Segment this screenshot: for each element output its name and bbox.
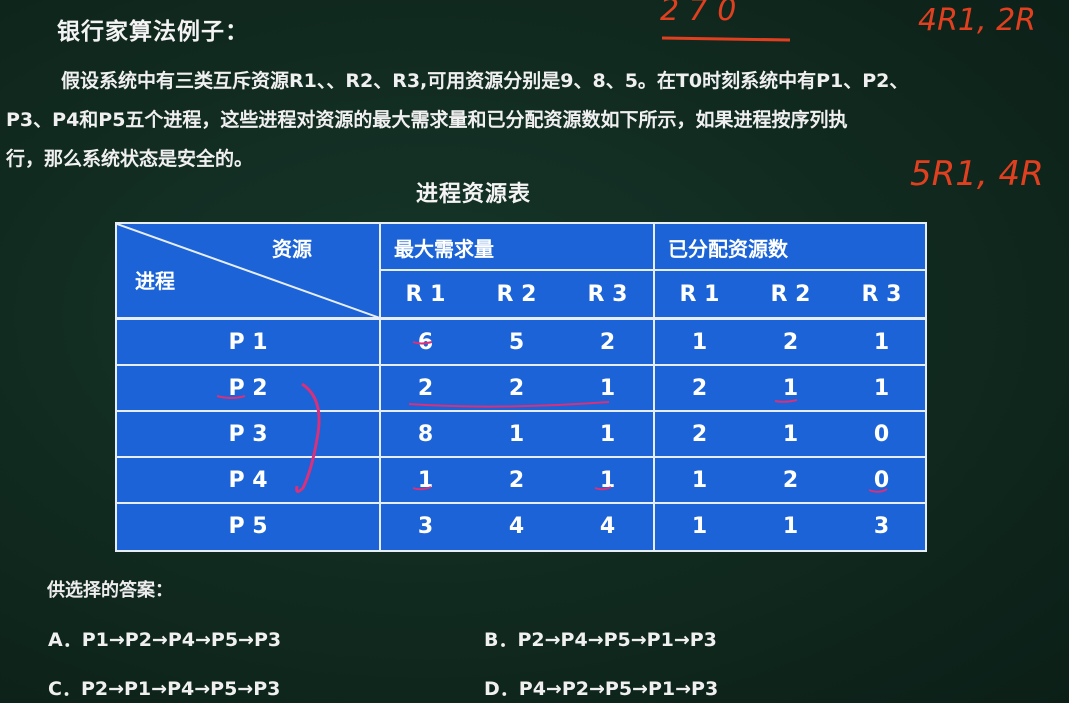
max-demand-cell: 1 [508, 421, 525, 447]
corner-process-label: 进程 [135, 268, 175, 293]
process-name-cell: P 1 [228, 329, 268, 355]
process-name-cell: P 4 [228, 467, 268, 493]
max-demand-cell: 1 [599, 467, 616, 493]
handwritten-notes: 2 7 0 4R1, 2R 5R1, 4R [660, 0, 1044, 194]
handwriting-top-right: 4R1, 2R [918, 3, 1036, 38]
column-header: R 1 [405, 281, 446, 307]
max-demand-cell: 4 [508, 513, 525, 539]
handwriting-top-left: 2 7 0 [660, 0, 736, 28]
max-demand-cell: 1 [417, 467, 434, 493]
process-name-cell: P 3 [228, 421, 268, 447]
allocated-cell: 2 [782, 467, 799, 493]
allocated-cell: 1 [782, 375, 799, 401]
process-name-cell: P 2 [228, 375, 268, 401]
allocated-cell: 1 [691, 329, 708, 355]
max-demand-cell: 2 [599, 329, 616, 355]
allocated-cell: 1 [782, 513, 799, 539]
max-demand-cell: 8 [417, 421, 434, 447]
allocated-cell: 1 [873, 375, 890, 401]
allocated-cell: 0 [873, 421, 890, 447]
allocated-cell: 0 [873, 467, 890, 493]
allocated-header: 已分配资源数 [668, 236, 788, 261]
answer-option-a: A．P1→P2→P4→P5→P3 [48, 629, 282, 651]
column-header: R 2 [770, 281, 811, 307]
allocated-cell: 1 [782, 421, 799, 447]
allocated-cell: 1 [691, 467, 708, 493]
page-title: 银行家算法例子： [57, 19, 249, 45]
answer-option-c: C．P2→P1→P4→P5→P3 [48, 678, 281, 700]
allocated-cell: 2 [691, 421, 708, 447]
column-header: R 1 [679, 281, 720, 307]
allocated-cell: 3 [873, 513, 890, 539]
max-demand-header: 最大需求量 [394, 236, 494, 261]
max-demand-cell: 2 [417, 375, 434, 401]
max-demand-cell: 3 [417, 513, 434, 539]
column-header: R 2 [496, 281, 537, 307]
answer-option-b: B．P2→P4→P5→P1→P3 [484, 629, 717, 651]
allocated-cell: 2 [691, 375, 708, 401]
corner-resource-label: 资源 [272, 236, 312, 261]
answer-option-d: D．P4→P2→P5→P1→P3 [484, 678, 719, 700]
max-demand-cell: 6 [417, 329, 434, 355]
process-name-cell: P 5 [228, 513, 268, 539]
max-demand-cell: 1 [599, 375, 616, 401]
allocated-cell: 2 [782, 329, 799, 355]
max-demand-cell: 1 [599, 421, 616, 447]
table-title: 进程资源表 [416, 182, 532, 207]
allocated-cell: 1 [873, 329, 890, 355]
column-header: R 3 [861, 281, 902, 307]
max-demand-cell: 4 [599, 513, 616, 539]
handwriting-mid-right: 5R1, 4R [910, 154, 1044, 194]
allocated-cell: 1 [691, 513, 708, 539]
process-resource-table: 资源 进程 最大需求量 已分配资源数 R 1 R 2 R 3 R 1 R 2 R 3 P … [115, 222, 927, 552]
max-demand-cell: 5 [508, 329, 525, 355]
column-header: R 3 [587, 281, 628, 307]
max-demand-cell: 2 [508, 467, 525, 493]
max-demand-cell: 2 [508, 375, 525, 401]
answers-label: 供选择的答案： [47, 580, 173, 601]
